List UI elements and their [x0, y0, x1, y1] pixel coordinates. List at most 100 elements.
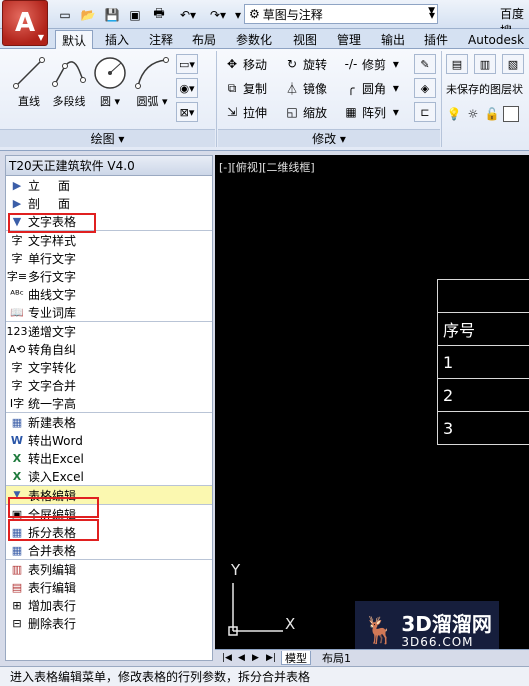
layer-state-dropdown[interactable]: 未保存的图层状 — [446, 79, 523, 99]
tab-view[interactable]: 视图 — [287, 30, 323, 49]
undo-icon[interactable]: ↶▾ — [175, 6, 201, 23]
tab-insert[interactable]: 插入 — [99, 30, 135, 49]
menu-item-row-edit[interactable]: ▤ 表行编辑 — [6, 578, 212, 596]
nav-next-icon[interactable]: ▶ — [249, 651, 262, 665]
menu-item-text-table[interactable]: ▼ 文字表格 — [6, 212, 212, 230]
table-cell[interactable]: 2 — [437, 378, 529, 412]
dropdown-arrow-icon[interactable]: ▾ — [426, 6, 438, 23]
table-cell[interactable] — [437, 279, 529, 313]
stretch-tool-button[interactable]: ⇲ 拉伸 — [224, 102, 267, 122]
menu-item-export-excel[interactable]: X 转出Excel — [6, 449, 212, 467]
hatch-icon: ◉▾ — [179, 81, 195, 95]
nav-first-icon[interactable]: |◀ — [219, 651, 235, 665]
menu-item-add-row[interactable]: ⊞ 增加表行 — [6, 596, 212, 614]
explode-tool-button[interactable]: ◈ — [414, 78, 436, 98]
tab-parametric[interactable]: 参数化 — [230, 30, 278, 49]
panel-divider — [441, 51, 442, 147]
menu-item-increment-text[interactable]: 123 递增文字 — [6, 322, 212, 340]
menu-item-split-table[interactable]: ▦ 拆分表格 — [6, 523, 212, 541]
rotate-tool-button[interactable]: ↻ 旋转 — [284, 54, 327, 74]
layer-properties-button[interactable]: ▤ — [446, 54, 468, 74]
tab-manage[interactable]: 管理 — [331, 30, 367, 49]
scale-tool-button[interactable]: ◱ 缩放 — [284, 102, 327, 122]
menu-item-special-dictionary[interactable]: 📖 专业词库 — [6, 303, 212, 321]
menu-item-text-merge[interactable]: 字文字合并 — [6, 376, 212, 394]
text-style-icon: 字 — [11, 234, 23, 247]
autocad-logo-icon: A — [14, 8, 36, 38]
tab-layout[interactable]: 布局 — [186, 30, 222, 49]
tab-model[interactable]: 模型 — [281, 651, 311, 665]
menu-item-delete-row[interactable]: ⊟ 删除表行 — [6, 614, 212, 632]
layer-match-button[interactable]: ▧ — [502, 54, 524, 74]
boundary-tool-button[interactable]: ⊠▾ — [176, 102, 198, 122]
arc-tool-button[interactable]: 圆弧 ▾ — [131, 53, 173, 109]
application-menu-button[interactable]: A ▼ — [2, 0, 48, 46]
print-icon[interactable]: 🖶 — [150, 6, 168, 23]
new-file-icon[interactable]: ▭ — [56, 6, 74, 23]
tab-layout1[interactable]: 布局1 — [319, 651, 354, 665]
menu-item-text-convert[interactable]: 字文字转化 — [6, 358, 212, 376]
menu-item-column-edit[interactable]: ▥ 表列编辑 — [6, 560, 212, 578]
workspace-name: 草图与注释 — [262, 7, 323, 22]
draw-panel-label[interactable]: 绘图 ▾ — [0, 129, 215, 147]
tab-autodesk[interactable]: Autodesk — [462, 30, 529, 49]
table-cell[interactable]: 1 — [437, 345, 529, 379]
offset-tool-button[interactable]: ⊏ — [414, 102, 436, 122]
rectangle-tool-button[interactable]: ▭▾ — [176, 54, 198, 74]
menu-item-unify-height[interactable]: I字 统一字高 — [6, 394, 212, 412]
scale-icon: ◱ — [286, 105, 298, 119]
text-merge-icon: 字 — [11, 379, 23, 392]
save-icon[interactable]: 💾 — [103, 6, 121, 23]
menu-item-single-line-text[interactable]: 字单行文字 — [6, 249, 212, 267]
ucs-x-label: X — [285, 615, 296, 633]
copy-tool-button[interactable]: ⧉ 复制 — [224, 78, 267, 98]
trim-tool-button[interactable]: -/- 修剪 ▾ — [343, 54, 399, 74]
menu-item-import-excel[interactable]: X 读入Excel — [6, 467, 212, 485]
t20-tool-panel: T20天正建筑软件 V4.0 ▶ 立面 ▶ 剖面 ▼ 文字表格 字文字样式 字单行文字… — [5, 155, 213, 661]
tab-output[interactable]: 输出 — [375, 30, 411, 49]
workspace-selector[interactable]: ⚙ 草图与注释 ▼ — [244, 4, 438, 24]
menu-item-elevation[interactable]: ▶ 立面 — [6, 176, 212, 194]
watermark-title: 3D溜溜网 — [401, 611, 492, 636]
viewport-controls-label[interactable]: [-][俯视][二维线框] — [219, 159, 315, 175]
redo-icon[interactable]: ↷▾ — [205, 6, 231, 23]
menu-item-new-table[interactable]: ▦ 新建表格 — [6, 413, 212, 431]
tab-default[interactable]: 默认 — [55, 30, 94, 49]
menu-item-table-edit[interactable]: ▼ 表格编辑 — [6, 486, 212, 504]
menu-item-export-word[interactable]: W 转出Word — [6, 431, 212, 449]
watermark-subtitle: 3D66.COM — [401, 634, 474, 649]
nav-last-icon[interactable]: ▶| — [263, 651, 279, 665]
drawing-canvas[interactable]: [-][俯视][二维线框] 序号 1 2 3 Y X 🦌 3D溜溜网 3D66.… — [215, 155, 529, 665]
mirror-tool-button[interactable]: ⏃ 镜像 — [284, 78, 327, 98]
circle-tool-button[interactable]: 圆 ▾ — [89, 53, 131, 109]
line-tool-button[interactable]: 直线 — [8, 53, 50, 109]
polyline-tool-button[interactable]: 多段线 — [48, 53, 90, 109]
table-cell[interactable]: 3 — [437, 411, 529, 445]
menu-item-angle-correct[interactable]: A⟲ 转角自纠 — [6, 340, 212, 358]
menu-item-text-style[interactable]: 字文字样式 — [6, 231, 212, 249]
tab-annotate[interactable]: 注释 — [143, 30, 179, 49]
save-as-icon[interactable]: ▣ — [126, 6, 144, 23]
layer-match-icon: ▧ — [507, 57, 519, 71]
customize-qa-icon[interactable]: ▾ — [233, 6, 243, 23]
menu-item-section[interactable]: ▶ 剖面 — [6, 194, 212, 212]
open-file-icon[interactable]: 📂 — [79, 6, 97, 23]
hatch-tool-button[interactable]: ◉▾ — [176, 78, 198, 98]
move-tool-button[interactable]: ✥ 移动 — [224, 54, 267, 74]
layer-controls[interactable]: 💡 ☼ 🔓 — [446, 104, 519, 124]
layer-state-button[interactable]: ▥ — [474, 54, 496, 74]
erase-tool-button[interactable]: ✎ — [414, 54, 436, 74]
menu-item-fullscreen-edit[interactable]: ▣ 全屏编辑 — [6, 505, 212, 523]
arc-tool-label: 圆弧 ▾ — [136, 95, 168, 108]
table-cell[interactable]: 序号 — [437, 312, 529, 346]
menu-item-curve-text[interactable]: ᴬᴮᶜ 曲线文字 — [6, 285, 212, 303]
fillet-tool-button[interactable]: ╭ 圆角 ▾ — [343, 78, 398, 98]
curve-text-icon: ᴬᴮᶜ — [10, 287, 24, 301]
nav-prev-icon[interactable]: ◀ — [235, 651, 248, 665]
menu-item-multiline-text[interactable]: 字≡ 多行文字 — [6, 267, 212, 285]
array-tool-button[interactable]: ▦ 阵列 ▾ — [343, 102, 399, 122]
modify-panel-label[interactable]: 修改 ▾ — [218, 129, 440, 147]
lightbulb-icon: 💡 — [446, 107, 462, 121]
menu-item-merge-table[interactable]: ▦ 合并表格 — [6, 541, 212, 559]
tab-plugins[interactable]: 插件 — [418, 30, 454, 49]
